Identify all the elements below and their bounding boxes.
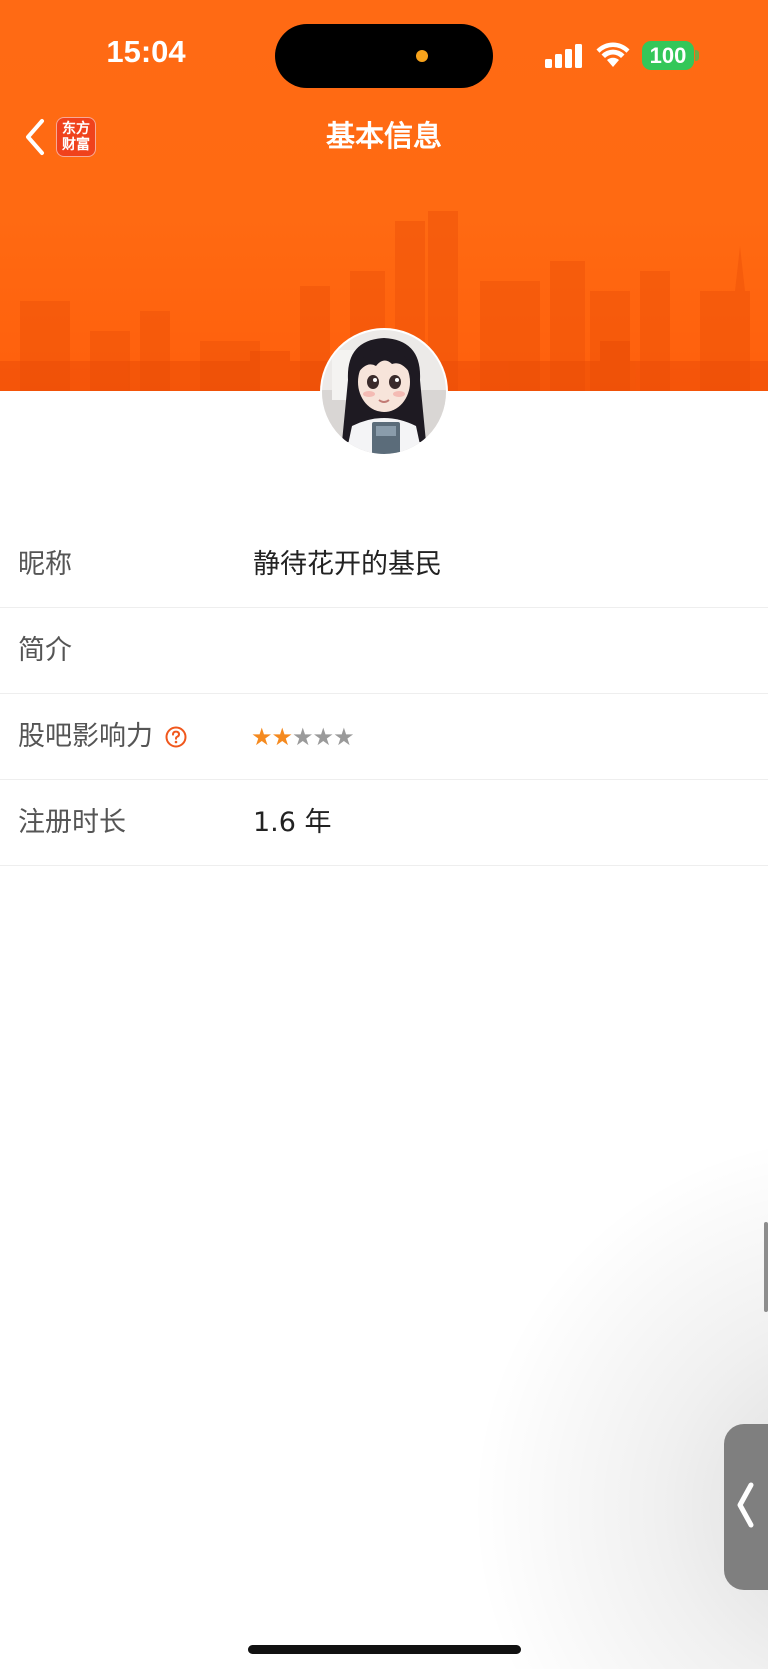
- brand-logo-line1: 东方: [62, 121, 90, 137]
- nickname-row[interactable]: 昵称 静待花开的基民: [0, 522, 768, 608]
- star-empty-icon: ★: [312, 723, 334, 751]
- registration-duration-value: 1.6 年: [253, 807, 332, 838]
- back-button[interactable]: 东方 财富: [16, 112, 106, 162]
- registration-duration-label: 注册时长: [18, 807, 126, 838]
- eastmoney-logo: 东方 财富: [56, 117, 96, 157]
- corner-shadow-overlay: [468, 1130, 768, 1669]
- bio-row[interactable]: 简介: [0, 608, 768, 694]
- influence-row: 股吧影响力 ★★★★★: [0, 694, 768, 780]
- page-title: 基本信息: [325, 119, 442, 153]
- star-filled-icon: ★: [271, 723, 293, 751]
- floating-back-tab[interactable]: [724, 1424, 768, 1590]
- star-filled-icon: ★: [251, 723, 272, 751]
- avatar-image: [322, 330, 446, 454]
- screen: 15:04 100 东方 财富 基本信息 昵称 静待花开的基民 简介 股吧影响力…: [0, 0, 768, 1669]
- wifi-icon: [596, 42, 630, 67]
- avatar[interactable]: [322, 330, 446, 454]
- bio-label: 简介: [18, 635, 72, 666]
- brand-logo-line2: 财富: [62, 137, 90, 153]
- influence-star-rating: ★★★★★: [251, 694, 355, 780]
- nickname-value: 静待花开的基民: [253, 549, 442, 580]
- question-circle-icon[interactable]: [165, 726, 187, 748]
- dynamic-island: [275, 24, 493, 88]
- cellular-signal-icon: [545, 44, 582, 68]
- star-empty-icon: ★: [333, 723, 354, 751]
- privacy-indicator-dot: [416, 50, 428, 62]
- profile-info-list: 昵称 静待花开的基民 简介 股吧影响力 ★★★★★ 注册时长 1.6 年: [0, 522, 768, 866]
- influence-label: 股吧影响力: [18, 721, 153, 752]
- chevron-left-icon: [26, 119, 44, 155]
- home-indicator[interactable]: [248, 1645, 521, 1654]
- chevron-left-icon: [737, 1482, 754, 1528]
- registration-duration-row: 注册时长 1.6 年: [0, 780, 768, 866]
- nickname-label: 昵称: [18, 549, 72, 580]
- battery-tip: [695, 50, 699, 61]
- star-empty-icon: ★: [292, 723, 313, 751]
- status-time: 15:04: [106, 34, 186, 69]
- battery-indicator: 100: [642, 41, 694, 70]
- edge-swipe-handle[interactable]: [764, 1222, 768, 1312]
